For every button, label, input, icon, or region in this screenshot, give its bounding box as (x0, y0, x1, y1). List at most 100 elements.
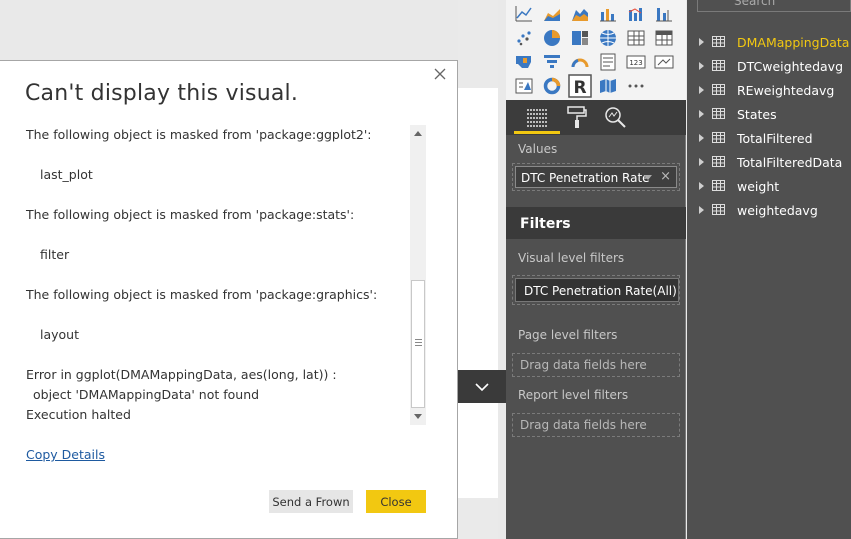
table-icon (712, 180, 725, 191)
dialog-title: Can't display this visual. (25, 81, 299, 106)
expand-arrow-icon[interactable] (699, 206, 704, 214)
expand-arrow-icon[interactable] (699, 182, 704, 190)
page-level-drop-zone[interactable]: Drag data fields here (512, 353, 680, 377)
more-visuals-icon[interactable] (626, 76, 646, 96)
scroll-thumb[interactable] (411, 280, 425, 408)
donut-chart-icon[interactable] (542, 76, 562, 96)
table-icon[interactable] (626, 28, 646, 48)
field-table-name: States (737, 107, 777, 122)
visual-gallery: 123 R (506, 0, 686, 100)
message-line: last_plot (40, 167, 93, 182)
filter-card[interactable]: DTC Penetration Rate(All) (515, 278, 679, 302)
report-visual-area (458, 88, 498, 498)
ribbon-chart-icon[interactable] (654, 4, 674, 24)
pie-chart-icon[interactable] (542, 28, 562, 48)
field-table-name: TotalFiltered (737, 131, 813, 146)
visualizations-pane: 123 R Values DTC Penetration Rate × Filt… (506, 0, 686, 539)
report-level-drop-zone[interactable]: Drag data fields here (512, 413, 680, 437)
fields-search-input[interactable]: Search (697, 0, 851, 12)
message-line: layout (40, 327, 80, 342)
treemap-icon[interactable] (570, 28, 590, 48)
table-icon (712, 108, 725, 119)
funnel-icon[interactable] (542, 52, 562, 72)
message-line: Error in ggplot(DMAMappingData, aes(long… (26, 367, 337, 382)
scroll-down-icon[interactable] (414, 411, 422, 421)
table-icon (712, 60, 725, 71)
report-canvas-background (0, 0, 458, 60)
close-button[interactable]: Close (366, 490, 426, 513)
expand-arrow-icon[interactable] (699, 134, 704, 142)
error-dialog: Can't display this visual. The following… (0, 60, 458, 539)
message-line: The following object is masked from 'pac… (26, 207, 355, 222)
scatter-chart-icon[interactable] (514, 28, 534, 48)
kpi-icon[interactable] (654, 52, 674, 72)
field-table-item[interactable]: States (699, 105, 851, 125)
gauge-icon[interactable] (570, 52, 590, 72)
multi-row-card-icon[interactable] (598, 52, 618, 72)
fields-pane: Search DMAMappingData DTCweightedavg REw… (687, 0, 851, 539)
table-icon (712, 204, 725, 215)
close-icon[interactable] (433, 67, 447, 81)
field-table-name: TotalFilteredData (737, 155, 843, 170)
message-line: The following object is masked from 'pac… (26, 287, 378, 302)
pane-tool-tabs (506, 100, 686, 135)
collapse-pane-button[interactable] (458, 370, 506, 403)
filters-heading: Filters (506, 207, 686, 239)
report-level-filters-label: Report level filters (518, 388, 629, 402)
r-script-visual-icon[interactable]: R (568, 74, 592, 98)
expand-arrow-icon[interactable] (699, 158, 704, 166)
values-label: Values (518, 142, 558, 156)
field-table-item[interactable]: TotalFilteredData (699, 153, 851, 173)
dropdown-arrow-icon[interactable] (644, 175, 652, 180)
send-frown-button[interactable]: Send a Frown (269, 490, 353, 513)
matrix-icon[interactable] (654, 28, 674, 48)
message-line: filter (40, 247, 70, 262)
field-table-item[interactable]: DMAMappingData (699, 33, 851, 53)
filled-map-icon[interactable] (514, 52, 534, 72)
field-table-item[interactable]: weightedavg (699, 201, 851, 221)
area-chart-icon[interactable] (542, 4, 562, 24)
grip-icon (415, 339, 422, 346)
values-well[interactable]: DTC Penetration Rate × (512, 163, 680, 191)
slicer-icon[interactable] (514, 76, 534, 96)
field-table-item[interactable]: TotalFiltered (699, 129, 851, 149)
svg-text:R: R (573, 78, 586, 98)
copy-details-link[interactable]: Copy Details (26, 447, 105, 462)
map-icon[interactable] (598, 28, 618, 48)
visual-level-filters-well[interactable]: DTC Penetration Rate(All) (512, 275, 680, 305)
shape-map-icon[interactable] (598, 76, 618, 96)
stacked-area-icon[interactable] (570, 4, 590, 24)
line-stacked-column-icon[interactable] (626, 4, 646, 24)
field-table-name: DMAMappingData (737, 35, 850, 50)
table-icon (712, 84, 725, 95)
scroll-up-icon[interactable] (414, 129, 422, 139)
field-table-item[interactable]: REweightedavg (699, 81, 851, 101)
values-field-name: DTC Penetration Rate (521, 171, 650, 185)
analytics-magnifier-icon[interactable] (602, 104, 628, 130)
expand-arrow-icon[interactable] (699, 110, 704, 118)
chevron-down-icon (475, 382, 489, 391)
line-clustered-column-icon[interactable] (598, 4, 618, 24)
canvas-edge (498, 0, 506, 539)
card-icon[interactable]: 123 (626, 52, 646, 72)
format-paint-roller-icon[interactable] (564, 104, 590, 130)
expand-arrow-icon[interactable] (699, 86, 704, 94)
message-line: Execution halted (26, 407, 131, 422)
message-scrollbar[interactable] (410, 125, 426, 425)
message-line: The following object is masked from 'pac… (26, 127, 372, 142)
expand-arrow-icon[interactable] (699, 38, 704, 46)
field-table-item[interactable]: weight (699, 177, 851, 197)
expand-arrow-icon[interactable] (699, 62, 704, 70)
visual-level-filters-label: Visual level filters (518, 251, 625, 265)
field-table-item[interactable]: DTCweightedavg (699, 57, 851, 77)
fields-well-icon[interactable] (524, 104, 550, 130)
values-field-pill[interactable]: DTC Penetration Rate × (515, 166, 677, 188)
field-table-name: REweightedavg (737, 83, 835, 98)
svg-text:123: 123 (629, 59, 642, 67)
active-tab-indicator (514, 131, 560, 134)
field-table-name: weightedavg (737, 203, 818, 218)
field-table-name: weight (737, 179, 780, 194)
table-icon (712, 132, 725, 143)
remove-field-icon[interactable]: × (660, 169, 671, 184)
line-chart-icon[interactable] (514, 4, 534, 24)
